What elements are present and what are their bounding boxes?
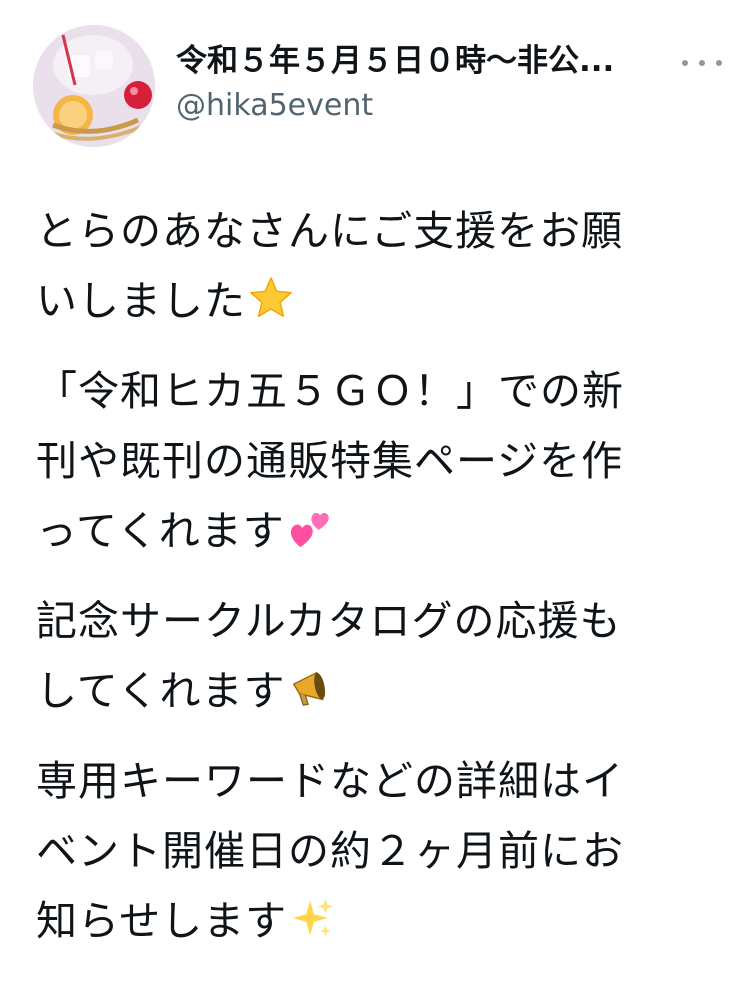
- tweet-line: とらのあなさんにご支援をお願: [36, 207, 624, 255]
- tweet-paragraph: とらのあなさんにご支援をお願 いしました: [36, 196, 716, 336]
- tweet-paragraph: 専用キーワードなどの詳細はイ ベント開催日の約２ヶ月前にお 知らせします: [36, 746, 716, 956]
- tweet-line: ってくれます: [36, 507, 285, 555]
- tweet-line: 記念サークルカタログの応援も: [36, 597, 622, 645]
- megaphone-emoji-icon: [288, 665, 334, 711]
- tweet-header: 令和５年５月５日０時〜非公... @hika5event: [0, 0, 750, 170]
- avatar-drink-photo-icon: [33, 25, 155, 147]
- tweet-line: いしました: [36, 277, 246, 325]
- star-emoji-icon: [248, 275, 294, 321]
- two-hearts-emoji-icon: [287, 505, 333, 551]
- tweet-line-with-emoji: いしました: [36, 266, 716, 336]
- tweet-text: とらのあなさんにご支援をお願 いしました 「令和ヒカ五５ＧＯ！」での新 刊や既刊…: [36, 196, 716, 976]
- more-horizontal-icon-dot: [716, 60, 722, 66]
- tweet-paragraph: 記念サークルカタログの応援も してくれます: [36, 586, 716, 726]
- tweet-line-with-emoji: ってくれます: [36, 496, 716, 566]
- tweet-line: 「令和ヒカ五５ＧＯ！」での新: [36, 367, 624, 415]
- user-handle[interactable]: @hika5event: [176, 86, 666, 126]
- avatar[interactable]: [33, 25, 155, 147]
- more-options-button[interactable]: [682, 48, 722, 78]
- more-horizontal-icon: [682, 60, 688, 66]
- tweet-line-with-emoji: してくれます: [36, 656, 716, 726]
- sparkles-emoji-icon: [289, 895, 335, 941]
- tweet-line: してくれます: [36, 667, 286, 715]
- tweet-line-with-emoji: 知らせします: [36, 886, 716, 956]
- tweet-paragraph: 「令和ヒカ五５ＧＯ！」での新 刊や既刊の通販特集ページを作 ってくれます: [36, 356, 716, 566]
- tweet-line: 刊や既刊の通販特集ページを作: [36, 437, 624, 485]
- tweet-line: 知らせします: [36, 897, 288, 945]
- tweet-line: ベント開催日の約２ヶ月前にお: [36, 827, 624, 875]
- more-horizontal-icon-dot: [699, 60, 705, 66]
- author-block: 令和５年５月５日０時〜非公... @hika5event: [176, 40, 666, 126]
- display-name[interactable]: 令和５年５月５日０時〜非公...: [176, 40, 656, 82]
- tweet-line: 専用キーワードなどの詳細はイ: [36, 757, 624, 805]
